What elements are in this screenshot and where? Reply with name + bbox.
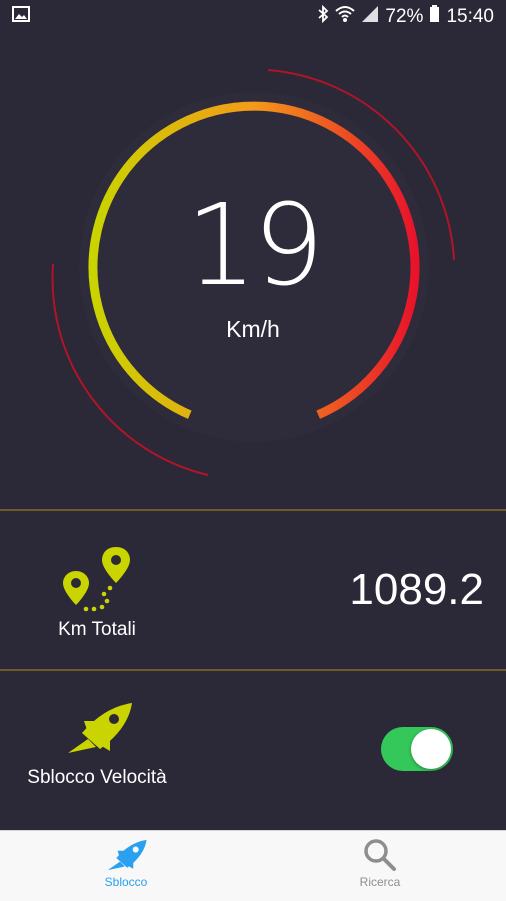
battery-percentage: 72% — [385, 6, 424, 27]
rocket-icon — [107, 839, 147, 871]
route-pins-icon — [62, 547, 134, 618]
total-km-value: 1089.2 — [349, 565, 484, 614]
status-bar: 72% 15:40 — [0, 0, 506, 34]
image-icon — [12, 6, 30, 28]
speed-unlock-section: Sblocco Velocità — [0, 671, 506, 829]
signal-icon — [361, 5, 379, 29]
rocket-icon — [60, 699, 136, 762]
tab-ricerca[interactable]: Ricerca — [300, 831, 460, 901]
battery-icon — [429, 5, 440, 29]
bottom-nav: Sblocco Ricerca — [0, 830, 506, 901]
speed-unit: Km/h — [226, 316, 280, 342]
speed-value: 19 — [185, 181, 325, 311]
wifi-icon — [335, 5, 356, 29]
speed-gauge: 19 Km/h — [0, 34, 506, 510]
total-km-label: Km Totali — [58, 619, 136, 640]
toggle-knob — [411, 729, 451, 769]
clock: 15:40 — [446, 6, 494, 27]
total-km-section: Km Totali 1089.2 — [0, 511, 506, 669]
speed-unlock-label: Sblocco Velocità — [27, 767, 167, 788]
tab-ricerca-label: Ricerca — [359, 875, 401, 889]
tab-sblocco-label: Sblocco — [104, 875, 148, 889]
status-right: 72% 15:40 — [317, 4, 494, 29]
bluetooth-icon — [317, 4, 329, 29]
speed-unlock-toggle[interactable] — [381, 727, 453, 771]
search-icon — [364, 839, 396, 871]
tab-sblocco[interactable]: Sblocco — [46, 831, 206, 901]
